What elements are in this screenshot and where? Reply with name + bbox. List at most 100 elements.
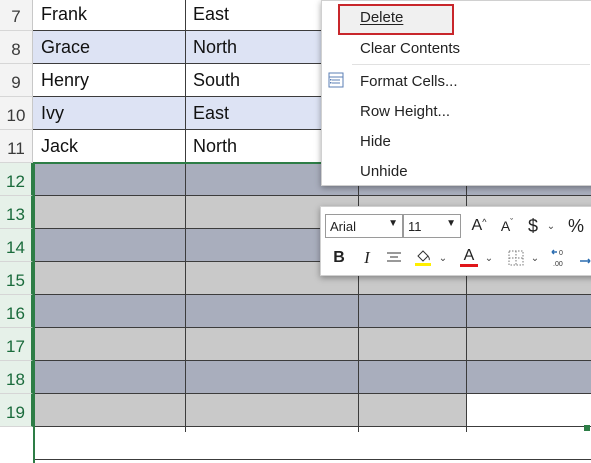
fill-color-dropdown-icon[interactable]: ⌄ — [437, 249, 449, 267]
font-name-combo[interactable]: Arial ▼ — [325, 214, 403, 238]
font-size-combo[interactable]: 11 ▼ — [403, 214, 461, 238]
menu-item-clear-contents[interactable]: Clear Contents — [360, 40, 460, 57]
row-header-selected[interactable]: 12 — [0, 163, 33, 196]
row-header-selected[interactable]: 17 — [0, 328, 33, 361]
selected-cell[interactable] — [466, 361, 591, 394]
cell-name[interactable]: Henry — [33, 64, 185, 97]
format-cells-icon — [328, 72, 344, 93]
grid-line — [185, 0, 186, 432]
selected-cell[interactable] — [466, 394, 591, 427]
align-center-icon — [387, 252, 401, 262]
selected-cell[interactable] — [466, 328, 591, 361]
selected-cell[interactable] — [185, 328, 358, 361]
row-header[interactable]: 8 — [0, 31, 33, 64]
cell-name[interactable]: Jack — [33, 130, 185, 163]
menu-item-hide[interactable]: Hide — [360, 133, 391, 150]
font-color-icon: A — [463, 246, 475, 264]
svg-text:0: 0 — [559, 250, 563, 257]
menu-item-row-height-label: Row Height... — [360, 103, 451, 120]
currency-icon: $ — [527, 215, 538, 236]
font-color-button[interactable]: A — [457, 245, 481, 269]
fill-handle[interactable] — [584, 425, 590, 431]
bold-button[interactable]: B — [329, 247, 349, 269]
row-header[interactable]: 9 — [0, 64, 33, 97]
decrease-decimal-icon — [580, 258, 591, 264]
mini-toolbar: Arial ▼ 11 ▼ A ^ Aˇ $ ⌄ % B I ⌄ A ⌄ ⌄ 0 … — [320, 206, 591, 276]
grow-font-button[interactable]: A ^ — [467, 215, 491, 237]
grow-font-icon: A — [471, 217, 483, 234]
borders-dropdown-icon[interactable]: ⌄ — [529, 249, 541, 267]
menu-item-delete-label: Delete — [360, 9, 404, 26]
menu-item-unhide[interactable]: Unhide — [360, 163, 408, 180]
font-color-swatch — [460, 263, 478, 267]
selected-cell[interactable] — [358, 328, 466, 361]
borders-button[interactable] — [505, 247, 527, 269]
cell-name[interactable]: Frank — [33, 0, 185, 31]
grid-line — [33, 393, 591, 394]
grid-line — [33, 426, 591, 427]
menu-item-clear-contents-label: Clear Contents — [360, 40, 461, 57]
bold-icon: B — [333, 249, 345, 266]
selected-cell[interactable] — [33, 163, 185, 196]
row-header[interactable]: 7 — [0, 0, 33, 31]
selected-cell[interactable] — [466, 295, 591, 328]
selected-cell[interactable] — [33, 229, 185, 262]
menu-divider — [352, 64, 590, 65]
selected-cell[interactable] — [33, 196, 185, 229]
font-color-dropdown-icon[interactable]: ⌄ — [483, 249, 495, 267]
grid-line — [33, 459, 591, 460]
row-header-selected[interactable]: 14 — [0, 229, 33, 262]
menu-item-hide-label: Hide — [360, 133, 391, 150]
grid-line — [33, 360, 591, 361]
currency-dropdown-icon[interactable]: ⌄ — [545, 217, 557, 235]
menu-item-format-cells-label: Format Cells... — [360, 73, 458, 90]
menu-item-format-cells[interactable]: Format Cells... — [360, 73, 458, 90]
selected-cell[interactable] — [185, 394, 358, 427]
selected-cell[interactable] — [358, 361, 466, 394]
paint-bucket-icon — [415, 250, 431, 266]
selected-cell[interactable] — [33, 262, 185, 295]
shrink-font-button[interactable]: Aˇ — [495, 215, 519, 237]
row-header-selected[interactable]: 19 — [0, 394, 33, 427]
row-header[interactable]: 10 — [0, 97, 33, 130]
increase-decimal-icon: 0 .00 — [551, 249, 563, 268]
font-size-value: 11 — [408, 218, 422, 234]
row-header-selected[interactable]: 18 — [0, 361, 33, 394]
row-header[interactable]: 11 — [0, 130, 33, 163]
grid-line — [33, 294, 591, 295]
cell-name[interactable]: Ivy — [33, 97, 185, 130]
menu-item-unhide-label: Unhide — [360, 163, 408, 180]
align-center-button[interactable] — [383, 247, 405, 269]
row-header-selected[interactable]: 16 — [0, 295, 33, 328]
selected-cell[interactable] — [358, 295, 466, 328]
menu-item-row-height[interactable]: Row Height... — [360, 103, 450, 120]
font-name-dropdown-icon[interactable]: ▼ — [388, 218, 398, 229]
row-header-selected[interactable]: 15 — [0, 262, 33, 295]
font-size-dropdown-icon[interactable]: ▼ — [446, 218, 456, 229]
increase-decimal-button[interactable]: 0 .00 — [549, 245, 573, 271]
selected-cell[interactable] — [185, 361, 358, 394]
grid-line — [33, 327, 591, 328]
selected-cell[interactable] — [358, 394, 466, 427]
cell-name[interactable]: Grace — [33, 31, 185, 64]
svg-text:.00: .00 — [553, 261, 563, 268]
selected-cell[interactable] — [185, 295, 358, 328]
row-header-selected[interactable]: 13 — [0, 196, 33, 229]
selected-cell[interactable] — [33, 361, 185, 394]
shrink-font-icon: A — [500, 218, 511, 234]
grid-line — [33, 195, 591, 196]
menu-item-delete[interactable]: Delete — [360, 9, 403, 26]
currency-button[interactable]: $ — [523, 215, 543, 237]
font-name-value: Arial — [330, 218, 357, 234]
decrease-decimal-button[interactable] — [577, 245, 591, 271]
selection-border — [33, 163, 35, 463]
percent-icon: % — [567, 215, 584, 236]
selected-cell[interactable] — [33, 394, 185, 427]
italic-button[interactable]: I — [357, 247, 377, 269]
borders-icon — [508, 250, 524, 266]
selected-cell[interactable] — [33, 295, 185, 328]
fill-color-button[interactable] — [411, 245, 435, 269]
selected-cell[interactable] — [33, 328, 185, 361]
italic-icon: I — [364, 248, 370, 267]
percent-button[interactable]: % — [565, 215, 587, 237]
